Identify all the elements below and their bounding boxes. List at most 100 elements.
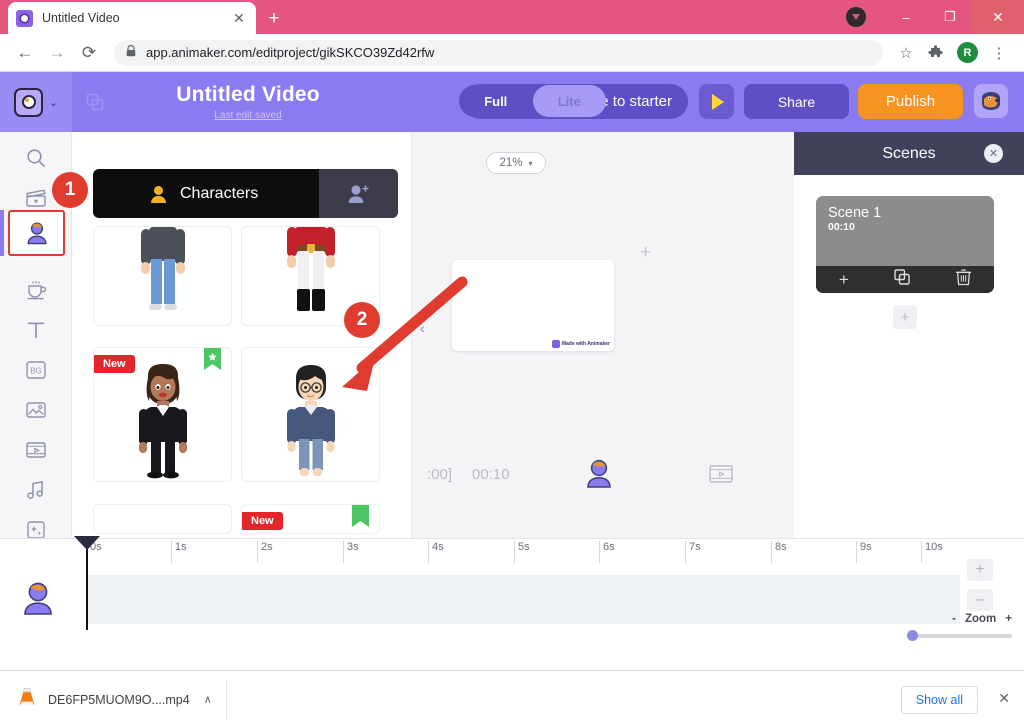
- svg-text:BG: BG: [30, 366, 42, 375]
- library-header-title-group[interactable]: Characters: [93, 185, 319, 203]
- trash-icon[interactable]: [956, 268, 972, 291]
- bookmark-star-icon[interactable]: ☆: [891, 38, 921, 68]
- timeline-zoom-slider[interactable]: [907, 630, 1012, 641]
- timeline-tick: 5s: [514, 541, 530, 563]
- browser-tab[interactable]: Untitled Video ✕: [8, 2, 256, 34]
- profile-chip-icon[interactable]: [846, 7, 866, 27]
- animaker-logo-icon: [13, 87, 43, 117]
- sidebar-item-search[interactable]: [0, 138, 72, 178]
- character-card[interactable]: [93, 226, 232, 326]
- animaker-logo[interactable]: ⌄: [0, 72, 72, 132]
- timeline-playhead[interactable]: [74, 536, 100, 630]
- animaker-favicon-icon: [16, 9, 33, 27]
- zoom-value: 21%: [499, 157, 523, 169]
- scenes-header: Scenes ✕: [794, 132, 1024, 175]
- character-card[interactable]: New: [241, 503, 380, 534]
- mode-option-lite[interactable]: Lite: [532, 85, 606, 117]
- timeline-tick: 9s: [856, 541, 872, 563]
- scene-name: Scene 1: [828, 205, 882, 221]
- maximize-button[interactable]: ❐: [928, 2, 972, 32]
- chevron-down-icon[interactable]: ⌄: [49, 96, 58, 109]
- add-element-icon[interactable]: +: [640, 242, 651, 264]
- project-title-block: Untitled Video Last edit saved: [148, 83, 348, 121]
- timeline-layer-character-icon[interactable]: [18, 579, 58, 624]
- chevron-down-icon: ▾: [528, 158, 533, 168]
- sidebar-item-film[interactable]: [0, 430, 72, 470]
- canvas-zoom-selector[interactable]: 21% ▾: [486, 152, 546, 174]
- window-close-button[interactable]: ✕: [972, 0, 1024, 34]
- close-downloads-icon[interactable]: ✕: [998, 690, 1010, 707]
- film-icon[interactable]: [708, 462, 734, 486]
- forward-icon[interactable]: →: [42, 38, 72, 68]
- timeline-tick: 2s: [257, 541, 273, 563]
- profile-avatar[interactable]: R: [957, 42, 978, 63]
- preview-play-button[interactable]: [699, 84, 734, 119]
- sidebar-item-text[interactable]: [0, 310, 72, 350]
- scene-thumbnail-card[interactable]: Scene 1 00:10 +: [816, 196, 994, 293]
- mascot-help-icon[interactable]: [974, 84, 1008, 118]
- zoom-slider-knob[interactable]: [907, 630, 918, 641]
- timeline-zoom-out-button[interactable]: –: [967, 589, 993, 611]
- scenes-panel: Scenes ✕: [794, 132, 1024, 538]
- show-all-downloads-button[interactable]: Show all: [900, 686, 978, 714]
- character-card[interactable]: [93, 503, 232, 534]
- tab-title: Untitled Video: [42, 11, 120, 25]
- close-icon[interactable]: ✕: [230, 9, 248, 27]
- scene-tools: +: [816, 266, 994, 293]
- zoom-plus-label[interactable]: +: [1005, 613, 1012, 625]
- animaker-watermark: Made with Animaker: [551, 340, 610, 348]
- timeline-ruler[interactable]: 0s 1s 2s 3s 4s 5s 6s 7s 8s 9s 10s: [0, 539, 960, 565]
- sidebar-item-image[interactable]: [0, 390, 72, 430]
- character-card[interactable]: New: [93, 347, 232, 483]
- character-icon: [26, 221, 47, 244]
- save-status: Last edit saved: [214, 110, 282, 121]
- stage-bottom-strip: :00] 00:10: [412, 444, 794, 504]
- duplicate-icon[interactable]: [894, 269, 911, 290]
- timeline-tick: 8s: [771, 541, 787, 563]
- watermark-text: Made with Animaker: [561, 341, 610, 347]
- sidebar-item-characters[interactable]: [8, 210, 65, 256]
- timeline-tick: 4s: [428, 541, 444, 563]
- share-button[interactable]: Share: [744, 84, 849, 119]
- duplicate-project-icon[interactable]: [72, 72, 118, 132]
- sidebar-item-background[interactable]: BG: [0, 350, 72, 390]
- close-icon[interactable]: ✕: [984, 144, 1003, 163]
- publish-button[interactable]: Publish: [858, 84, 963, 119]
- project-title[interactable]: Untitled Video: [148, 83, 348, 107]
- mode-option-full[interactable]: Full: [459, 85, 533, 117]
- vlc-cone-icon: [18, 687, 36, 712]
- full-lite-toggle[interactable]: Full Lite: [459, 85, 606, 117]
- browser-menu-icon[interactable]: ⋮: [984, 38, 1014, 68]
- chevron-up-icon[interactable]: ∧: [204, 693, 212, 706]
- download-item[interactable]: DE6FP5MUOM9O....mp4 ∧: [0, 679, 227, 720]
- new-tab-button[interactable]: +: [260, 7, 288, 31]
- zoom-minus-label[interactable]: -: [952, 613, 956, 625]
- back-icon[interactable]: ←: [10, 38, 40, 68]
- play-icon: [712, 93, 724, 110]
- sidebar-item-props[interactable]: [0, 270, 72, 310]
- timeline-zoom-in-button[interactable]: +: [967, 559, 993, 581]
- timeline: 0s 1s 2s 3s 4s 5s 6s 7s 8s 9s 10s + – -: [0, 536, 1024, 668]
- extensions-icon[interactable]: [921, 38, 951, 68]
- timecode-total: 00:10: [472, 465, 510, 483]
- character-icon: [151, 186, 166, 203]
- timeline-track[interactable]: [86, 575, 960, 624]
- premium-star-icon: [204, 348, 221, 371]
- character-thumbnail: [140, 227, 185, 310]
- lock-icon: [126, 44, 136, 60]
- sidebar-item-music[interactable]: [0, 470, 72, 510]
- add-scene-button[interactable]: +: [893, 305, 917, 329]
- timeline-tick: 7s: [685, 541, 701, 563]
- zoom-label: Zoom: [964, 613, 997, 625]
- minimize-button[interactable]: –: [884, 2, 928, 32]
- timeline-tick: 10s: [921, 541, 943, 563]
- address-bar[interactable]: app.animaker.com/editproject/gikSKCO39Zd…: [114, 39, 883, 66]
- scenes-title: Scenes: [882, 144, 936, 162]
- reload-icon[interactable]: ⟳: [74, 38, 104, 68]
- app-root: Untitled Video ✕ + – ❐ ✕ ← → ⟳ app.anima…: [0, 0, 1024, 728]
- character-icon[interactable]: [582, 457, 616, 491]
- annotation-marker-2: 2: [344, 302, 380, 338]
- timecode-start: :00]: [427, 465, 453, 483]
- add-character-button[interactable]: [319, 169, 398, 218]
- add-scene-icon[interactable]: +: [839, 270, 849, 290]
